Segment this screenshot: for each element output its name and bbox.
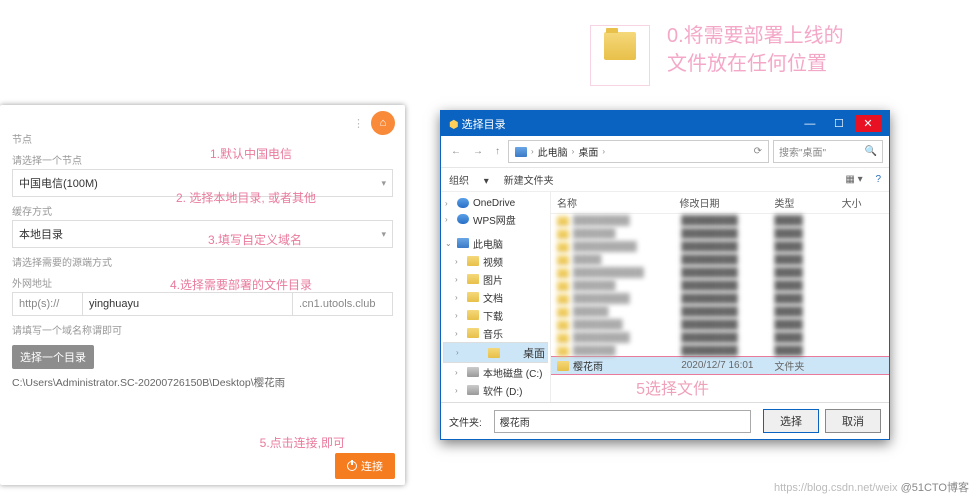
list-item[interactable]: ████████████████████ [551,214,889,227]
more-icon[interactable]: ⋮ [353,117,365,130]
list-item[interactable]: █████████████████████ [551,240,889,253]
node-label: 节点 [12,131,393,146]
col-type: 类型 [768,192,835,213]
tree-cdrive[interactable]: ›本地磁盘 (C:) [443,363,548,381]
home-button[interactable]: ⌂ [371,111,395,135]
selected-path: C:\Users\Administrator.SC-20200726150B\D… [12,375,393,390]
dir-select[interactable]: 本地目录 ▾ [12,220,393,248]
search-placeholder: 搜索"桌面" [779,144,826,159]
search-icon: 🔍 [865,146,877,157]
annotation-0: 0.将需要部署上线的 文件放在任何位置 [667,22,844,78]
nav-tree: ›OneDrive ›WPS网盘 ⌄此电脑 ›视频 ›图片 ›文档 ›下载 ›音… [441,192,551,402]
tree-wps[interactable]: ›WPS网盘 [443,210,548,228]
chevron-down-icon: ▾ [381,178,386,189]
connect-button[interactable]: 连接 [335,453,395,479]
annotation-5-dialog: 5选择文件 [636,375,709,399]
maximize-button[interactable]: ☐ [826,117,852,130]
dir-select-value: 本地目录 [19,226,63,242]
chevron-down-icon: ▾ [381,229,386,240]
dialog-title: 选择目录 [462,119,506,131]
source-label: 请选择需要的源端方式 [12,254,393,269]
col-name: 名称 [551,192,673,213]
list-item[interactable]: ███████████████████ [551,318,889,331]
minimize-button[interactable]: — [797,118,823,130]
pick-folder-button[interactable]: 选择一个目录 [12,345,94,369]
shield-icon: ⬢ [449,119,459,131]
dialog-titlebar[interactable]: ⬢ 选择目录 — ☐ ✕ [441,111,889,136]
col-date: 修改日期 [673,192,768,213]
tree-downloads[interactable]: ›下载 [443,306,548,324]
watermark: https://blog.csdn.net/weix @51CTO博客 [774,479,969,495]
crumb-desktop[interactable]: 桌面 [578,144,598,159]
tree-ddrive[interactable]: ›软件 (D:) [443,381,548,399]
folder-picker-dialog: ⬢ 选择目录 — ☐ ✕ ← → ↑ ›此电脑 ›桌面 › ⟳ 搜索"桌面" 🔍… [440,110,890,440]
folder-icon [604,32,636,60]
url-prefix: http(s):// [12,292,82,316]
nav-up-button[interactable]: ↑ [491,146,504,157]
crumb-thispc[interactable]: 此电脑 [538,144,568,159]
search-input[interactable]: 搜索"桌面" 🔍 [773,140,883,163]
new-folder-button[interactable]: 新建文件夹 [504,176,554,187]
ok-button[interactable]: 选择 [763,409,819,433]
power-icon [347,461,357,471]
annotation-5-left: 5.点击连接,即可 [260,434,345,451]
organize-menu[interactable]: 组织 ▾ [449,176,489,187]
filename-input[interactable]: 樱花雨 [494,410,751,433]
list-item[interactable]: ██████████████████████ [551,266,889,279]
list-item[interactable]: █████████████████ [551,305,889,318]
list-header[interactable]: 名称 修改日期 类型 大小 [551,192,889,214]
annotation-3: 3.填写自定义域名 [208,231,302,248]
list-item[interactable]: ██████████████████ [551,279,889,292]
nav-back-button[interactable]: ← [447,146,465,157]
tree-music[interactable]: ›音乐 [443,324,548,342]
tree-onedrive[interactable]: ›OneDrive [443,196,548,210]
tree-video[interactable]: ›视频 [443,252,548,270]
url-hint: 请填写一个域名称谓即可 [12,322,393,337]
close-button[interactable]: ✕ [855,115,881,132]
cancel-button[interactable]: 取消 [825,409,881,433]
help-icon[interactable]: ? [875,174,881,185]
tree-documents[interactable]: ›文档 [443,288,548,306]
line-select-value: 中国电信(100M) [19,175,98,191]
desktop-folder-label: 樱花雨 [595,64,645,79]
config-panel: ⋮ ⌂ 节点 请选择一个节点 中国电信(100M) ▾ 1.默认中国电信 缓存方… [0,105,405,485]
desktop-folder[interactable]: 樱花雨 [590,25,650,86]
domain-input[interactable]: yinghuayu [82,292,293,316]
list-item[interactable]: ██████████████████ [551,227,889,240]
annotation-1: 1.默认中国电信 [210,145,292,162]
annotation-2: 2. 选择本地目录, 或者其他 [176,189,316,206]
node-sub: 请选择一个节点 [12,152,393,167]
annotation-4: 4.选择需要部署的文件目录 [170,276,312,293]
view-icon[interactable]: ▦ ▾ [845,174,862,185]
connect-button-label: 连接 [361,458,383,474]
list-item[interactable]: ████████████████████ [551,331,889,344]
nav-forward-button[interactable]: → [469,146,487,157]
list-item[interactable]: ██████████████████ [551,344,889,357]
tree-desktop[interactable]: ›桌面 [443,342,548,363]
url-row: http(s):// yinghuayu .cn1.utools.club [12,292,393,316]
tree-pictures[interactable]: ›图片 [443,270,548,288]
pc-icon [515,147,527,157]
tree-thispc[interactable]: ⌄此电脑 [443,234,548,252]
list-item[interactable]: ████████████████████ [551,292,889,305]
file-list: 名称 修改日期 类型 大小 ████████████████████ █████… [551,192,889,402]
url-suffix: .cn1.utools.club [293,292,393,316]
breadcrumb[interactable]: ›此电脑 ›桌面 › ⟳ [508,140,769,163]
col-size: 大小 [836,192,889,213]
list-item[interactable]: ████████████████ [551,253,889,266]
filename-label: 文件夹: [449,414,482,429]
list-item-selected[interactable]: 樱花雨 2020/12/7 16:01 文件夹 [551,357,889,374]
refresh-icon[interactable]: ⟳ [754,146,762,157]
